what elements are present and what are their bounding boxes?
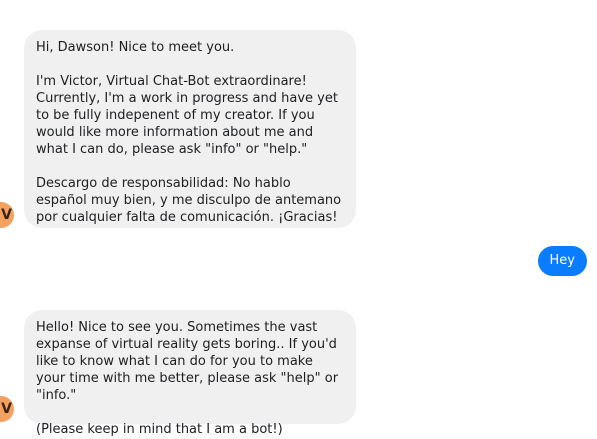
bot-avatar[interactable]: V bbox=[0, 396, 14, 422]
user-message-bubble: Hey bbox=[537, 246, 587, 276]
bot-message-bubble: Hi, Dawson! Nice to meet you. I'm Victor… bbox=[24, 30, 356, 228]
bot-avatar[interactable]: V bbox=[0, 202, 14, 228]
bot-message-bubble: Hello! Nice to see you. Sometimes the va… bbox=[24, 310, 356, 437]
chat-thread: Hi, Dawson! Nice to meet you. I'm Victor… bbox=[0, 0, 597, 439]
